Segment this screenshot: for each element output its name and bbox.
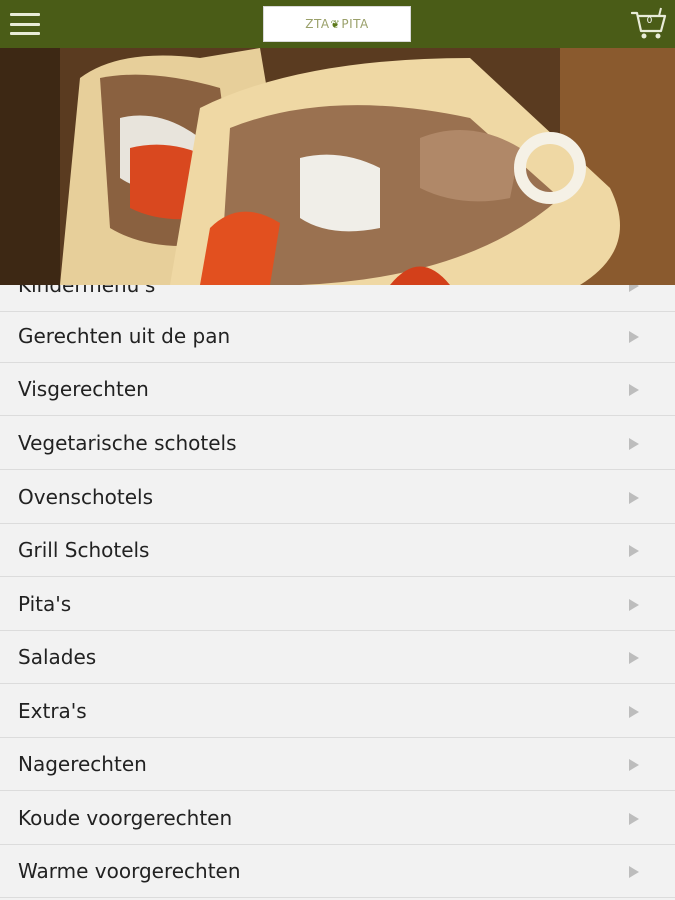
menu-item[interactable]: Pita's [0,578,675,631]
menu-item-label: Vegetarische schotels [18,431,237,455]
hero-food-image [0,48,675,285]
menu-item-label: Warme voorgerechten [18,859,241,883]
menu-item-label: Koude voorgerechten [18,806,233,830]
chevron-right-icon [629,866,639,878]
menu-item[interactable]: Koude voorgerechten [0,792,675,845]
olive-icon: ❦ [330,17,341,31]
menu-item-label: Visgerechten [18,377,149,401]
menu-item[interactable]: Vegetarische schotels [0,417,675,470]
cart-count-badge: 0 [646,16,653,26]
menu-item-label: Nagerechten [18,752,147,776]
chevron-right-icon [629,813,639,825]
top-app-bar: ZTA ❦ PITA 0 [0,0,675,48]
hamburger-menu-icon[interactable] [10,10,40,38]
menu-item-label: Grill Schotels [18,538,150,562]
logo-text-left: ZTA [305,17,330,31]
chevron-right-icon [629,438,639,450]
menu-item[interactable]: Extra's [0,685,675,738]
menu-item-label: Ovenschotels [18,485,154,509]
menu-item[interactable]: Gerechten uit de pan [0,310,675,363]
menu-item-label: Gerechten uit de pan [18,324,231,348]
menu-item[interactable]: Nagerechten [0,738,675,791]
menu-item-label: Salades [18,645,97,669]
chevron-right-icon [629,706,639,718]
chevron-right-icon [629,759,639,771]
chevron-right-icon [629,285,639,292]
chevron-right-icon [629,652,639,664]
menu-item[interactable]: Kindermenu's [0,285,675,312]
chevron-right-icon [629,331,639,343]
shopping-cart-icon[interactable]: 0 [630,7,667,41]
menu-item[interactable]: Ovenschotels [0,471,675,524]
chevron-right-icon [629,384,639,396]
menu-item[interactable]: Grill Schotels [0,524,675,577]
logo-text-right: PITA [341,17,369,31]
menu-category-list: Kindermenu's Gerechten uit de pan Visger… [0,285,675,900]
chevron-right-icon [629,545,639,557]
menu-item-label: Pita's [18,592,72,616]
menu-item[interactable]: Salades [0,631,675,684]
menu-item-label: Extra's [18,699,87,723]
menu-item[interactable]: Visgerechten [0,363,675,416]
chevron-right-icon [629,599,639,611]
chevron-right-icon [629,492,639,504]
menu-item-label: Kindermenu's [18,285,156,297]
logo[interactable]: ZTA ❦ PITA [263,6,411,42]
menu-item[interactable]: Warme voorgerechten [0,845,675,898]
